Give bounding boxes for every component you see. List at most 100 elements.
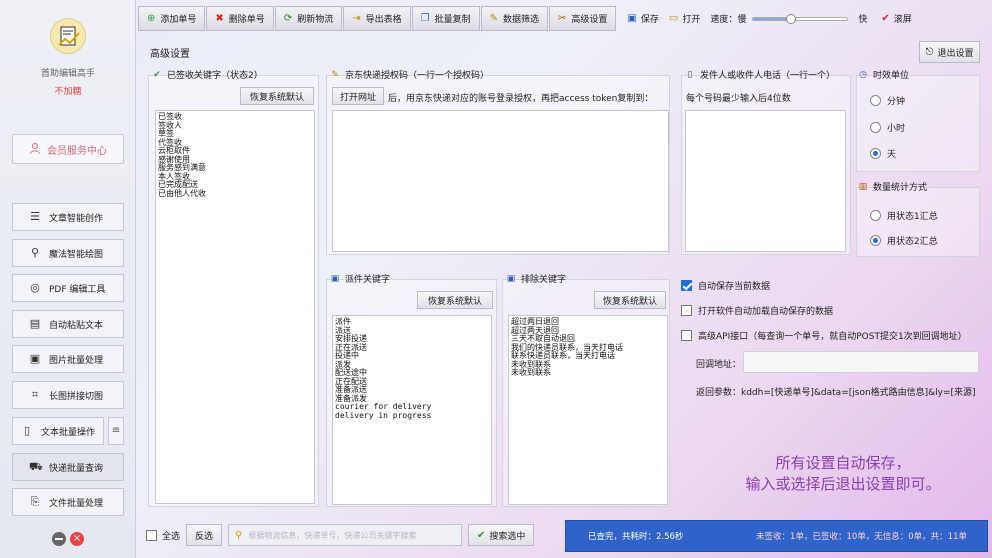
select-all-checkbox[interactable]	[146, 529, 157, 541]
speed-label: 速度：慢	[710, 15, 747, 25]
sidebar-item-longimage[interactable]: ⌗ 长图拼接切图	[12, 381, 124, 409]
timeout-unit-minute[interactable]: 分钟	[870, 94, 905, 107]
radio-hour[interactable]	[870, 122, 881, 133]
advanced-settings-button[interactable]: ✂ 高级设置	[549, 6, 617, 31]
check-circle-icon: ✔	[153, 69, 161, 80]
refresh-logistics-button[interactable]: ⟳ 刷新物流	[274, 6, 343, 31]
jd-token-textarea[interactable]	[332, 110, 669, 252]
search-input[interactable]: ⚲ 根据物流信息、快递单号、快递公司关键字搜索	[228, 524, 463, 546]
scroll-toggle[interactable]: ✔ 滚屏	[881, 12, 911, 25]
sidebar-item-text[interactable]: ▯ 文本批量操作	[12, 417, 104, 445]
delivery-keywords-label: ▣ 派件关键字	[330, 273, 391, 286]
save-button[interactable]: ▣ 保存	[627, 12, 658, 25]
stats-method-state2[interactable]: 用状态2汇总	[870, 234, 938, 247]
jd-token-label: ✎ 京东快递授权码（一行一个授权码）	[331, 69, 490, 82]
exclude-restore-button[interactable]: 恢复系统默认	[594, 291, 666, 309]
sidebar-menu-toggle[interactable]: ≡	[108, 417, 124, 445]
open-button[interactable]: ▭ 打开	[669, 12, 700, 25]
autosave-note-line1: 所有设置自动保存，	[775, 454, 911, 472]
delete-number-button[interactable]: ✖ 删除单号	[206, 6, 274, 31]
exclude-keywords-textarea[interactable]: 超过两日退回 超过两天退回 三天不取自动退回 我们的快递员联系，当天打电话 联系…	[508, 315, 668, 505]
radio-state2[interactable]	[870, 235, 881, 246]
close-button[interactable]: ×	[70, 532, 84, 546]
autoload-checkbox-row[interactable]: 打开软件自动加载自动保存的数据	[681, 304, 833, 317]
exit-settings-button[interactable]: ⎋ 退出设置	[919, 41, 980, 63]
api-checkbox-row[interactable]: 高级API接口（每查询一个单号，就自动POST提交1次到回调地址）	[681, 329, 967, 342]
text-icon: ▯	[23, 424, 31, 437]
image-icon: ▣	[29, 352, 41, 365]
pdf-icon: ◎	[30, 281, 40, 294]
autosave-checkbox[interactable]	[681, 280, 692, 291]
export-table-button[interactable]: ⇥ 导出表格	[343, 6, 411, 31]
sidebar: 首助编辑高手 不加糖 会员服务中心 ☰ 文章智能创作 ⚲ 魔法智能绘图 ◎ PD…	[0, 0, 136, 558]
phone-textarea[interactable]	[685, 110, 846, 252]
sidebar-item-label: 图片批量处理	[49, 355, 104, 366]
app-name: 首助编辑高手	[40, 69, 95, 79]
radio-state1[interactable]	[870, 210, 881, 221]
sidebar-item-drawing[interactable]: ⚲ 魔法智能绘图	[12, 239, 124, 267]
signed-restore-button[interactable]: 恢复系统默认	[240, 87, 314, 105]
settings-panel: 高级设置 ⎋ 退出设置 ✔ 已签收关键字（状态2） 恢复系统默认 已签收 签收人…	[138, 35, 990, 515]
phone-icon: ▯	[687, 69, 693, 80]
radio-day[interactable]	[870, 148, 881, 159]
sidebar-item-image[interactable]: ▣ 图片批量处理	[12, 345, 124, 373]
wrench-icon: ✂	[558, 12, 567, 24]
toolbar: ⊕ 添加单号 ✖ 删除单号 ⟳ 刷新物流 ⇥ 导出表格 ❐ 批量复制 ✎ 数据筛…	[138, 5, 990, 32]
search-placeholder: 根据物流信息、快递单号、快递公司关键字搜索	[248, 530, 417, 540]
phone-label: ▯ 发件人或收件人电话（一行一个）	[685, 68, 836, 82]
autosave-checkbox-row[interactable]: 自动保存当前数据	[681, 279, 770, 292]
stats-method-state1[interactable]: 用状态1汇总	[870, 209, 938, 222]
user-icon	[29, 142, 41, 157]
timeout-unit-label: ◷ 时效单位	[859, 69, 910, 82]
filter-icon: ✎	[489, 12, 498, 24]
api-checkbox[interactable]	[681, 330, 692, 341]
check-icon: ✔	[881, 12, 890, 24]
signed-keywords-textarea[interactable]: 已签收 签收人 草签 代签收 云柜取件 感谢使用 服务感到满意 本人签收 已完成…	[155, 110, 315, 504]
list-icon: ☰	[30, 210, 40, 223]
invert-selection-button[interactable]: 反选	[186, 524, 223, 546]
sidebar-item-label: 长图拼接切图	[49, 391, 104, 402]
sidebar-item-file[interactable]: ⎘ 文件批量处理	[12, 488, 124, 516]
timeout-unit-hour[interactable]: 小时	[870, 121, 905, 134]
truck-icon: ⛟	[29, 460, 43, 473]
sidebar-item-article[interactable]: ☰ 文章智能创作	[12, 203, 124, 231]
bar-chart-icon: ▥	[858, 181, 868, 192]
open-url-button[interactable]: 打开网址	[332, 87, 384, 105]
speed-slider-thumb[interactable]	[785, 13, 796, 24]
radio-minute[interactable]	[870, 95, 881, 106]
exit-icon: ⎋	[925, 46, 934, 58]
save-icon: ▣	[506, 273, 516, 284]
sidebar-item-label: 文本批量操作	[41, 427, 96, 438]
add-number-button[interactable]: ⊕ 添加单号	[138, 6, 206, 31]
sidebar-item-paste[interactable]: ▤ 自动粘贴文本	[12, 310, 124, 338]
autosave-note: 所有设置自动保存， 输入或选择后退出设置即可。	[698, 453, 988, 495]
data-filter-button[interactable]: ✎ 数据筛选	[480, 6, 549, 31]
select-all-checkbox-row[interactable]: 全选	[146, 529, 180, 542]
sidebar-item-label: PDF 编辑工具	[49, 284, 106, 295]
delete-icon: ✖	[215, 12, 224, 24]
search-icon: ⚲	[235, 529, 243, 541]
sidebar-item-pdf[interactable]: ◎ PDF 编辑工具	[12, 274, 124, 302]
status-left: 已查完，共耗时：2.56秒	[588, 532, 684, 542]
batch-copy-button[interactable]: ❐ 批量复制	[411, 6, 480, 31]
timeout-unit-day[interactable]: 天	[870, 147, 896, 160]
settings-title: 高级设置	[150, 49, 190, 60]
sidebar-item-label: 自动粘贴文本	[49, 320, 104, 331]
stats-method-label: ▥ 数量统计方式	[858, 181, 928, 194]
minimize-button[interactable]	[52, 532, 66, 546]
export-icon: ⇥	[352, 12, 361, 24]
delivery-restore-button[interactable]: 恢复系统默认	[417, 291, 493, 309]
member-center-button[interactable]: 会员服务中心	[12, 134, 124, 164]
crop-icon: ⌗	[31, 388, 39, 401]
sidebar-item-express[interactable]: ⛟ 快递批量查询	[12, 453, 124, 481]
delivery-keywords-textarea[interactable]: 派件 派送 安排投递 正在派送 投递中 派发 配送途中 正在配送 准备派送 准备…	[332, 315, 492, 505]
callback-url-input[interactable]	[743, 351, 979, 373]
bottom-bar: 全选 反选 ⚲ 根据物流信息、快递单号、快递公司关键字搜索 ✔ 搜索选中	[138, 518, 560, 552]
return-params-text: 返回参数：kddh=[快递单号]&data=[json格式路由信息]&ly=[来…	[696, 388, 976, 398]
search-selected-button[interactable]: ✔ 搜索选中	[468, 524, 535, 546]
sidebar-item-label: 魔法智能绘图	[49, 249, 104, 260]
status-right: 未签收：1单，已签收：10单，无信息：0单，共：11单	[756, 532, 967, 542]
autoload-checkbox[interactable]	[681, 305, 692, 316]
file-icon: ⎘	[30, 495, 40, 508]
speed-slider[interactable]	[752, 13, 849, 24]
